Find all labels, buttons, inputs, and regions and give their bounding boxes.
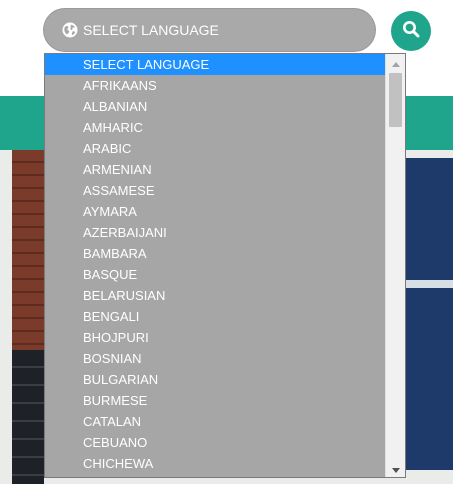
language-option[interactable]: CATALAN — [45, 411, 386, 432]
language-option[interactable]: BULGARIAN — [45, 369, 386, 390]
language-select[interactable]: SELECT LANGUAGE — [44, 9, 375, 51]
search-icon — [402, 20, 420, 43]
arrow-down-icon — [391, 460, 400, 478]
language-option[interactable]: AYMARA — [45, 201, 386, 222]
search-button[interactable] — [391, 11, 431, 51]
language-option[interactable]: AMHARIC — [45, 117, 386, 138]
language-option[interactable]: SELECT LANGUAGE — [45, 54, 386, 75]
scrollbar[interactable] — [385, 54, 405, 477]
language-dropdown-list[interactable]: SELECT LANGUAGE AFRIKAANS ALBANIAN AMHARIC A… — [44, 53, 406, 478]
scroll-thumb[interactable] — [389, 73, 402, 127]
scroll-down-button[interactable] — [386, 460, 405, 477]
language-option[interactable]: ARMENIAN — [45, 159, 386, 180]
language-option[interactable]: CHICHEWA — [45, 453, 386, 474]
language-option[interactable]: ARABIC — [45, 138, 386, 159]
globe-icon — [62, 22, 78, 38]
language-option[interactable]: BHOJPURI — [45, 327, 386, 348]
language-option[interactable]: BASQUE — [45, 264, 386, 285]
language-option[interactable]: BENGALI — [45, 306, 386, 327]
language-option[interactable]: BELARUSIAN — [45, 285, 386, 306]
language-select-label: SELECT LANGUAGE — [83, 22, 219, 38]
language-option[interactable]: ALBANIAN — [45, 96, 386, 117]
language-option[interactable]: BAMBARA — [45, 243, 386, 264]
arrow-up-icon — [391, 54, 400, 72]
language-option[interactable]: AZERBAIJANI — [45, 222, 386, 243]
language-option[interactable]: CEBUANO — [45, 432, 386, 453]
language-option[interactable]: ASSAMESE — [45, 180, 386, 201]
language-option[interactable]: BOSNIAN — [45, 348, 386, 369]
language-options: SELECT LANGUAGE AFRIKAANS ALBANIAN AMHARIC A… — [45, 54, 386, 474]
dark-wall-detail — [12, 350, 44, 484]
scroll-up-button[interactable] — [386, 54, 405, 71]
language-option[interactable]: BURMESE — [45, 390, 386, 411]
language-option[interactable]: AFRIKAANS — [45, 75, 386, 96]
